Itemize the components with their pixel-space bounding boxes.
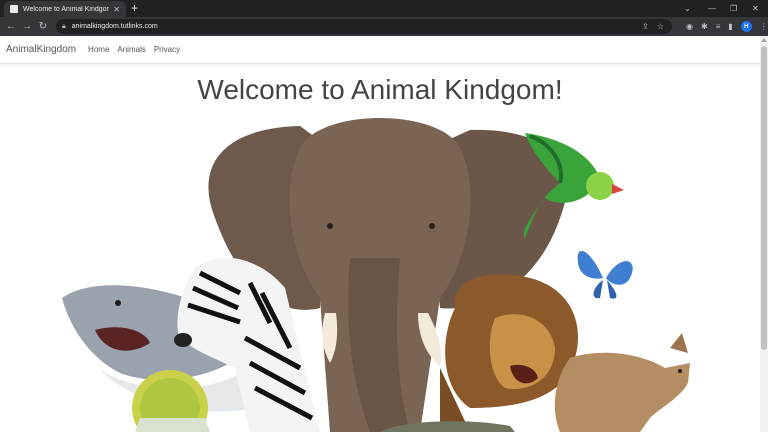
scroll-up-arrow-icon[interactable] (761, 38, 767, 42)
minimize-window-icon[interactable]: — (708, 0, 716, 17)
side-panel-icon[interactable]: ▮ (728, 22, 732, 31)
animal-collage-image (62, 118, 690, 432)
nav-link-animals[interactable]: Animals (117, 45, 145, 54)
browser-tab[interactable]: Welcome to Animal Kindgom! - / ✕ (4, 1, 126, 17)
address-bar[interactable]: 🔒︎ animalkingdom.tutlinks.com ⇪ ☆ (56, 19, 672, 34)
share-icon[interactable]: ⇪ (642, 22, 649, 31)
page-headline: Welcome to Animal Kindgom! (197, 74, 563, 105)
extension-circle-icon[interactable]: ◉ (686, 22, 693, 31)
page-scrollbar[interactable] (760, 36, 768, 432)
more-menu-icon[interactable]: ⋮ (760, 22, 768, 31)
address-url[interactable]: animalkingdom.tutlinks.com (72, 23, 158, 30)
browser-toolbar: ← → ↻ 🔒︎ animalkingdom.tutlinks.com ⇪ ☆ … (0, 17, 768, 36)
scrollbar-thumb[interactable] (761, 46, 767, 350)
bookmark-star-icon[interactable]: ☆ (657, 22, 664, 31)
tab-title: Welcome to Animal Kindgom! - / (23, 5, 109, 13)
lock-icon[interactable]: 🔒︎ (62, 23, 66, 31)
new-tab-plus-icon[interactable]: + (131, 2, 138, 14)
restore-window-icon[interactable]: ❐ (730, 0, 737, 17)
butterfly-image (577, 251, 633, 299)
site-brand-link[interactable]: AnimalKingdom (6, 44, 76, 55)
browser-tab-strip: Welcome to Animal Kindgom! - / ✕ + ⌄ — ❐… (0, 0, 768, 17)
profile-avatar[interactable]: H (740, 21, 752, 32)
close-tab-icon[interactable]: ✕ (113, 5, 120, 14)
cactus-image (132, 370, 210, 432)
reading-list-icon[interactable]: ≡ (716, 22, 721, 31)
nav-link-privacy[interactable]: Privacy (154, 45, 180, 54)
close-window-icon[interactable]: ✕ (752, 0, 759, 17)
reload-icon[interactable]: ↻ (35, 17, 51, 36)
nav-link-home[interactable]: Home (88, 45, 109, 54)
page-favicon-icon (10, 5, 18, 13)
extensions-puzzle-icon[interactable]: ✱ (701, 22, 708, 31)
site-navbar: AnimalKingdom Home Animals Privacy (0, 36, 760, 64)
back-arrow-icon[interactable]: ← (3, 17, 19, 36)
forward-arrow-icon[interactable]: → (19, 17, 35, 36)
tab-search-chevron-icon[interactable]: ⌄ (684, 0, 691, 17)
